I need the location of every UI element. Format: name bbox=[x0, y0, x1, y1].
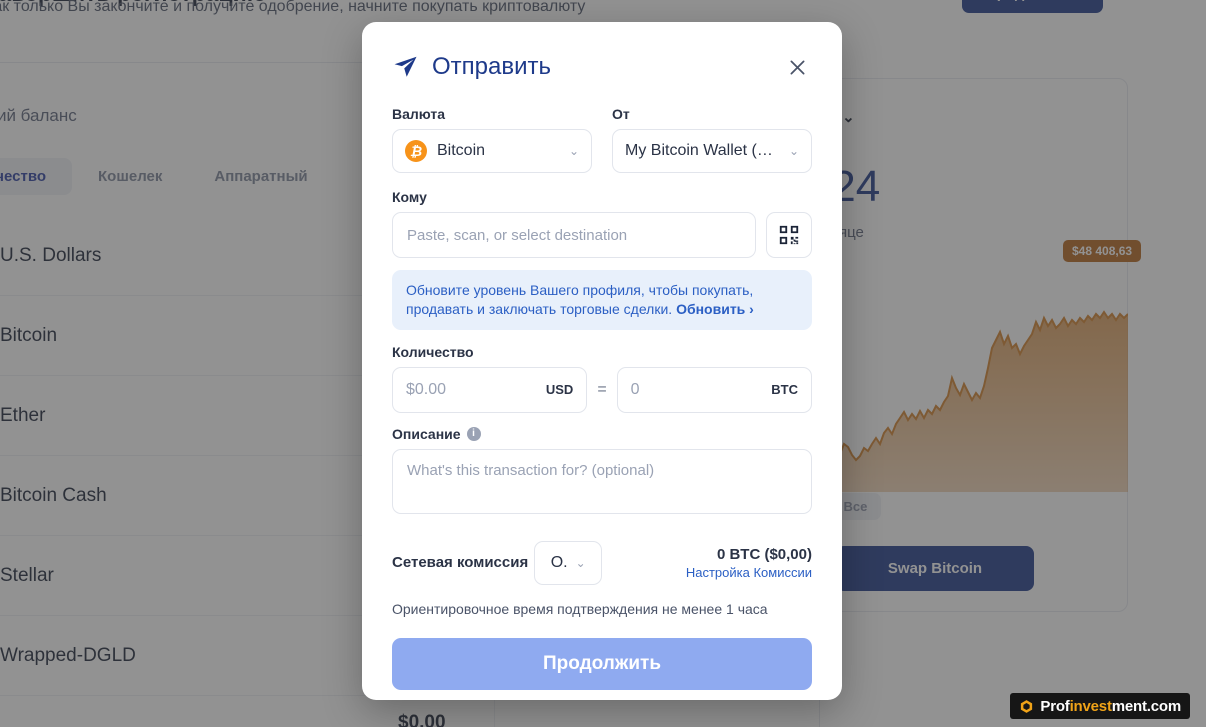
fee-settings-link[interactable]: Настройка Комиссии bbox=[686, 565, 812, 580]
fee-amount: 0 BTC ($0,00) bbox=[716, 545, 812, 563]
currency-select[interactable]: ₿ Bitcoin ⌄ bbox=[392, 129, 592, 173]
watermark: Profinvestment.com bbox=[1010, 693, 1190, 719]
currency-field: Валюта ₿ Bitcoin ⌄ bbox=[392, 106, 592, 173]
from-wallet-select[interactable]: My Bitcoin Wallet (0 BT… ⌄ bbox=[612, 129, 812, 173]
amount-label: Количество bbox=[392, 343, 474, 360]
modal-header: Отправить bbox=[392, 44, 812, 90]
close-icon[interactable] bbox=[782, 52, 812, 82]
description-label: Описание i bbox=[392, 426, 812, 442]
watermark-suffix: ment.com bbox=[1111, 697, 1181, 715]
upgrade-link[interactable]: Обновить › bbox=[676, 301, 754, 317]
chevron-down-icon: ⌄ bbox=[568, 144, 579, 158]
description-label-text: Описание bbox=[392, 425, 461, 442]
paper-plane-icon bbox=[392, 53, 420, 81]
info-icon[interactable]: i bbox=[466, 426, 481, 441]
profinvestment-logo-icon bbox=[1019, 699, 1034, 714]
confirmation-eta: Ориентировочное время подтверждения не м… bbox=[392, 600, 768, 617]
fiat-amount-box[interactable]: $0.00 USD bbox=[392, 366, 588, 413]
fiat-amount-input[interactable]: $0.00 bbox=[406, 381, 546, 399]
fee-level-value: О. bbox=[550, 553, 568, 571]
crypto-amount-input[interactable]: 0 bbox=[631, 381, 772, 399]
currency-label: Валюта bbox=[392, 106, 446, 122]
modal-title: Отправить bbox=[432, 53, 552, 80]
chevron-down-icon: ⌄ bbox=[575, 555, 586, 570]
destination-input[interactable] bbox=[392, 212, 756, 258]
crypto-amount-box[interactable]: 0 BTC bbox=[616, 366, 812, 413]
to-field: Кому bbox=[392, 189, 812, 258]
chevron-down-icon: ⌄ bbox=[788, 144, 799, 158]
amount-field: Количество $0.00 USD = 0 BTC bbox=[392, 344, 812, 413]
equals-sign: = bbox=[597, 380, 607, 398]
watermark-highlight: invest bbox=[1069, 697, 1112, 715]
watermark-text: Profinvestment.com bbox=[1040, 698, 1181, 715]
crypto-currency-label: BTC bbox=[771, 382, 798, 398]
network-fee-row: Сетевая комиссия О. ⌄ 0 BTC ($0,00) Наст… bbox=[392, 540, 812, 585]
from-wallet-value: My Bitcoin Wallet (0 BT… bbox=[625, 142, 779, 159]
to-label: Кому bbox=[392, 189, 427, 205]
fee-level-select[interactable]: О. ⌄ bbox=[534, 540, 603, 585]
profile-upgrade-notice: Обновите уровень Вашего профиля, чтобы п… bbox=[392, 270, 812, 330]
screen: Завершить регистрацию Как только Вы зако… bbox=[0, 0, 1206, 727]
currency-from-row: Валюта ₿ Bitcoin ⌄ От My Bitcoin Wallet … bbox=[392, 106, 812, 173]
qr-code-icon[interactable] bbox=[766, 212, 812, 258]
fiat-currency-label: USD bbox=[545, 382, 574, 398]
amount-row: $0.00 USD = 0 BTC bbox=[392, 366, 812, 413]
to-row bbox=[392, 212, 812, 258]
continue-button[interactable]: Продолжить bbox=[392, 637, 812, 690]
from-label: От bbox=[612, 106, 630, 122]
description-textarea[interactable] bbox=[392, 448, 812, 514]
watermark-prefix: Prof bbox=[1040, 697, 1070, 715]
currency-value: Bitcoin bbox=[437, 142, 486, 159]
description-field: Описание i bbox=[392, 426, 812, 519]
fee-summary: 0 BTC ($0,00) Настройка Комиссии bbox=[686, 546, 812, 580]
from-field: От My Bitcoin Wallet (0 BT… ⌄ bbox=[612, 106, 812, 173]
network-fee-label: Сетевая комиссия bbox=[392, 554, 529, 572]
bitcoin-icon: ₿ bbox=[405, 140, 427, 162]
send-modal: Отправить Валюта ₿ Bitcoin ⌄ От My Bitco… bbox=[362, 22, 842, 700]
